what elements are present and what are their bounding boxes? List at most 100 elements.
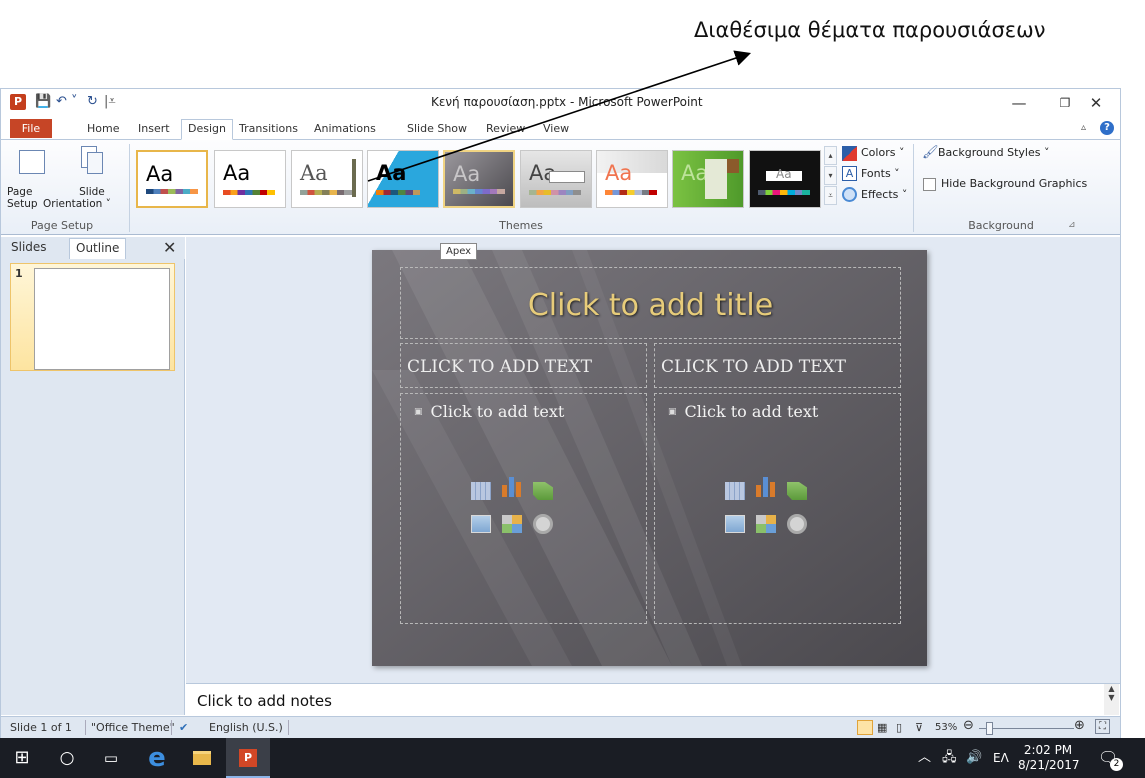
theme-apex[interactable]: Aa	[443, 150, 515, 208]
network-icon[interactable]: 🖧	[942, 738, 957, 778]
tab-insert[interactable]: Insert	[132, 120, 176, 137]
slide-show-view-icon[interactable]: ⊽	[915, 720, 923, 735]
collapse-ribbon-icon[interactable]: ▵	[1081, 122, 1086, 133]
tab-animations[interactable]: Animations	[308, 120, 382, 137]
zoom-slider-track[interactable]	[979, 728, 1074, 729]
theme-7[interactable]: Aa	[596, 150, 668, 208]
title-placeholder[interactable]: Click to add title	[400, 267, 901, 339]
theme-status[interactable]: "Office Theme"	[91, 720, 175, 735]
theme-9[interactable]: Aa	[749, 150, 821, 208]
taskbar-clock[interactable]: 2:02 PM 8/21/2017	[1018, 743, 1080, 773]
tab-slides[interactable]: Slides	[5, 238, 53, 256]
reading-view-icon[interactable]: ▯	[896, 720, 902, 735]
notes-placeholder: Click to add notes	[197, 692, 332, 710]
zoom-slider-thumb[interactable]	[986, 722, 993, 735]
insert-media-icon[interactable]	[787, 514, 807, 534]
tab-review[interactable]: Review	[480, 120, 531, 137]
right-content-placeholder[interactable]: ▣ Click to add text	[654, 393, 901, 624]
undo-icon[interactable]: ↶ ˅	[56, 94, 78, 110]
theme-4[interactable]: Aa	[367, 150, 439, 208]
file-explorer-icon[interactable]	[180, 738, 224, 778]
search-icon[interactable]: ○	[45, 738, 89, 778]
tab-slide-show[interactable]: Slide Show	[401, 120, 473, 137]
insert-smartart-icon[interactable]	[533, 482, 553, 500]
close-icon[interactable]: ✕	[1073, 91, 1119, 115]
insert-clipart-icon[interactable]	[502, 515, 522, 533]
left-header-placeholder[interactable]: CLICK TO ADD TEXT	[400, 343, 647, 388]
right-content-text: ▣ Click to add text	[668, 402, 819, 421]
page-setup-icon[interactable]	[19, 150, 45, 174]
right-header-placeholder[interactable]: CLICK TO ADD TEXT	[654, 343, 901, 388]
theme-6[interactable]: Aa	[520, 150, 592, 208]
ribbon-tab-row: File Home Insert Design Transitions Anim…	[1, 117, 1120, 140]
task-view-icon[interactable]: ▭	[89, 738, 133, 778]
zoom-level[interactable]: 53%	[935, 720, 957, 735]
notes-scrollbar[interactable]: ▲ ▼	[1104, 684, 1119, 715]
fonts-icon: A	[842, 166, 857, 181]
tab-outline[interactable]: Outline	[69, 238, 127, 259]
notes-pane[interactable]: Click to add notes ▲ ▼	[186, 683, 1120, 715]
save-icon[interactable]: 💾	[35, 94, 51, 110]
theme-2[interactable]: Aa	[214, 150, 286, 208]
insert-table-icon[interactable]	[471, 482, 491, 500]
close-pane-icon[interactable]: ✕	[163, 238, 176, 257]
themes-group-label: Themes	[499, 219, 543, 232]
customize-qat-icon[interactable]: |⩡	[104, 94, 116, 110]
insert-picture-icon[interactable]	[725, 515, 745, 533]
insert-table-icon[interactable]	[725, 482, 745, 500]
internet-explorer-icon[interactable]: e	[135, 738, 179, 778]
insert-picture-icon[interactable]	[471, 515, 491, 533]
insert-clipart-icon[interactable]	[756, 515, 776, 533]
gallery-more-icon[interactable]: ⩡	[824, 186, 837, 205]
show-hidden-icons[interactable]: ︿	[918, 738, 931, 778]
start-icon[interactable]: ⊞	[0, 738, 44, 778]
spell-check-icon[interactable]: ✔	[179, 720, 188, 735]
gallery-scroll-up-icon[interactable]: ▴	[824, 146, 837, 165]
theme-effects-button[interactable]: Effects ˅	[861, 187, 907, 203]
tab-transitions[interactable]: Transitions	[233, 120, 304, 137]
insert-media-icon[interactable]	[533, 514, 553, 534]
fit-to-window-icon[interactable]: ⛶	[1095, 719, 1110, 734]
right-header-text: CLICK TO ADD TEXT	[661, 357, 846, 377]
slide-editing-area: Apex Click to add title CLICK TO ADD TEX…	[186, 237, 1120, 683]
insert-smartart-icon[interactable]	[787, 482, 807, 500]
redo-icon[interactable]: ↻	[87, 94, 98, 110]
theme-colors-button[interactable]: Colors ˅	[861, 145, 904, 161]
gallery-scroll-down-icon[interactable]: ▾	[824, 166, 837, 185]
minimize-icon[interactable]: —	[996, 91, 1042, 115]
tab-file[interactable]: File	[10, 119, 52, 138]
hide-background-checkbox[interactable]	[923, 178, 936, 191]
background-styles-button[interactable]: Background Styles ˅	[938, 145, 1049, 161]
theme-office[interactable]: Aa	[136, 150, 208, 208]
powerpoint-taskbar-icon[interactable]: P	[226, 738, 270, 778]
normal-view-icon[interactable]	[857, 720, 873, 735]
zoom-in-icon[interactable]: ⊕	[1074, 718, 1085, 733]
theme-tooltip: Apex	[440, 243, 478, 260]
status-bar: Slide 1 of 1 "Office Theme" ✔ English (U…	[1, 716, 1120, 738]
insert-chart-icon[interactable]	[502, 477, 522, 497]
title-bar: P 💾 ↶ ˅ ↻ |⩡ Κενή παρουσίαση.pptx - Micr…	[1, 89, 1120, 117]
tab-design[interactable]: Design	[181, 119, 233, 140]
insert-chart-icon[interactable]	[756, 477, 776, 497]
theme-8[interactable]: Aa	[672, 150, 744, 208]
slide-orientation-button[interactable]: Slide Orientation ˅	[43, 186, 111, 210]
left-content-placeholder[interactable]: ▣ Click to add text	[400, 393, 647, 624]
zoom-out-icon[interactable]: ⊖	[963, 718, 974, 733]
dialog-launcher-icon[interactable]: ⊿	[1068, 220, 1076, 230]
help-icon[interactable]: ?	[1100, 121, 1114, 135]
ribbon: Page Setup Slide Orientation ˅ Page Setup …	[1, 139, 1120, 235]
theme-3[interactable]: Aa	[291, 150, 363, 208]
slide-sorter-view-icon[interactable]: ▦	[877, 720, 887, 735]
volume-icon[interactable]: 🔊	[966, 738, 982, 778]
title-placeholder-text: Click to add title	[527, 288, 774, 323]
language-status[interactable]: English (U.S.)	[209, 720, 283, 735]
notification-count-badge: 2	[1110, 758, 1123, 771]
theme-fonts-button[interactable]: Fonts ˅	[861, 166, 900, 182]
powerpoint-logo-icon[interactable]: P	[10, 94, 26, 110]
input-language[interactable]: ΕΛ	[993, 738, 1009, 778]
tab-view[interactable]: View	[537, 120, 575, 137]
slide-thumbnail[interactable]	[34, 268, 170, 370]
slide-canvas[interactable]: Click to add title CLICK TO ADD TEXT CLI…	[372, 250, 927, 666]
page-setup-button[interactable]: Page Setup	[7, 186, 38, 210]
tab-home[interactable]: Home	[81, 120, 125, 137]
